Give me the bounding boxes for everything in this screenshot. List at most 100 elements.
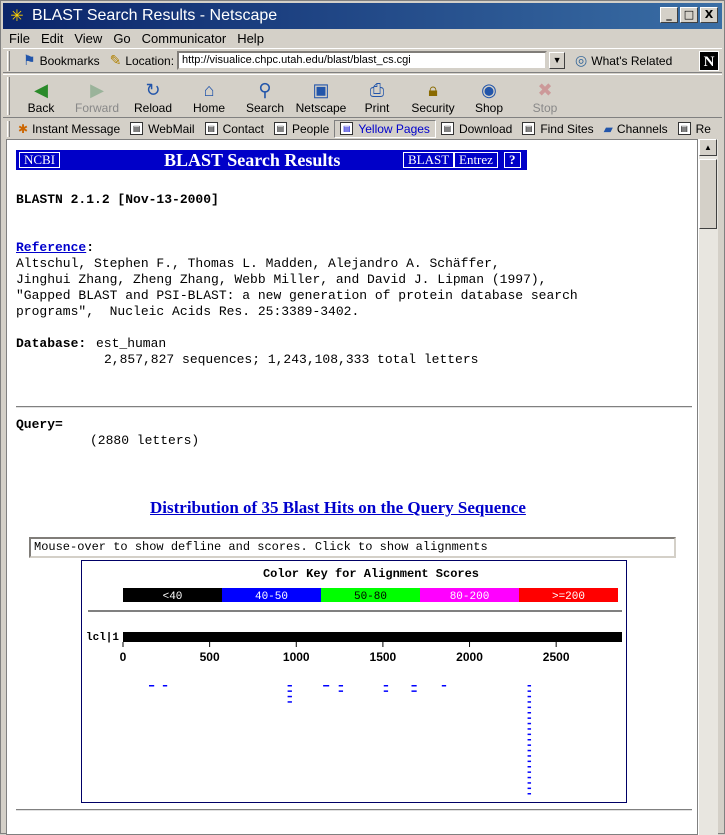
back-arrow-icon: ◀: [34, 80, 48, 100]
security-button[interactable]: 🔒︎ Security: [405, 75, 461, 117]
blast-hit-mark: [527, 685, 532, 687]
color-key-title: Color Key for Alignment Scores: [263, 567, 479, 581]
reload-icon: ↻: [145, 80, 161, 100]
url-dropdown-button[interactable]: ▼: [549, 52, 566, 69]
location-icon: ✎: [109, 52, 122, 68]
blast-hit-mark: [383, 685, 389, 687]
search-button[interactable]: ⚲ Search: [237, 75, 293, 117]
defline-text-field[interactable]: Mouse-over to show defline and scores. C…: [29, 537, 676, 558]
bookmark-yellow-pages[interactable]: ▤ Yellow Pages: [334, 119, 436, 138]
menu-file[interactable]: File: [3, 31, 35, 46]
axis-tick-label: 2000: [456, 650, 483, 664]
personal-toolbar-grip[interactable]: [7, 120, 10, 137]
blast-hit-mark: [527, 755, 532, 757]
browser-window: ✳ BLAST Search Results - Netscape _ □ X …: [0, 0, 725, 835]
bookmark-people[interactable]: ▤ People: [269, 120, 334, 138]
minimize-button[interactable]: _: [660, 7, 678, 23]
shop-bag-icon: ◉: [481, 80, 497, 100]
blast-button[interactable]: BLAST: [403, 152, 455, 168]
bookmark-webmail[interactable]: ▤ WebMail: [125, 120, 199, 138]
hit-distribution-chart: Color Key for Alignment Scores <40 40-50 50…: [81, 560, 627, 803]
axis-tick-label: 1500: [370, 650, 397, 664]
netscape-app-icon: ✳: [10, 8, 24, 25]
home-button[interactable]: ⌂ Home: [181, 75, 237, 117]
vertical-scrollbar[interactable]: ▲: [698, 139, 718, 835]
blast-hit-mark: [287, 695, 292, 698]
scroll-up-button[interactable]: ▲: [699, 139, 717, 156]
page-icon: ▤: [340, 122, 354, 135]
blast-hit-mark: [323, 685, 330, 687]
netscape-button[interactable]: ▣ Netscape: [293, 75, 349, 117]
blast-hit-mark: [527, 712, 532, 714]
axis-tick-label: 1000: [283, 650, 310, 664]
ncbi-button[interactable]: NCBI: [19, 152, 61, 168]
bookmark-instant-message[interactable]: ✱ Instant Message: [13, 120, 125, 138]
menu-view[interactable]: View: [68, 31, 107, 46]
forward-arrow-icon: ▶: [90, 80, 104, 100]
entrez-button[interactable]: Entrez: [454, 152, 498, 168]
lock-icon: 🔒︎: [428, 80, 438, 100]
menu-communicator[interactable]: Communicator: [136, 31, 232, 46]
channels-label: Channels: [616, 121, 668, 136]
maximize-button[interactable]: □: [680, 7, 698, 23]
whats-related-button[interactable]: ◎ What's Related: [575, 52, 672, 69]
channels-icon: ▰: [603, 121, 613, 136]
print-button[interactable]: ⎙ Print: [349, 75, 405, 117]
help-button[interactable]: ?: [504, 152, 521, 168]
bookmark-channels[interactable]: ▰ Channels: [599, 120, 673, 138]
back-button[interactable]: ◀ Back: [13, 75, 69, 117]
blast-hit-mark: [527, 760, 532, 763]
close-button[interactable]: X: [700, 7, 718, 23]
menu-go[interactable]: Go: [107, 31, 135, 46]
chart-svg: Color Key for Alignment Scores <40 40-50 50…: [86, 567, 622, 795]
bookmark-download[interactable]: ▤ Download: [436, 120, 517, 138]
page-icon: ▤: [522, 122, 536, 135]
blast-version: BLASTN 2.1.2 [Nov-13-2000]: [16, 192, 219, 207]
forward-button[interactable]: ▶ Forward: [69, 75, 125, 117]
bookmark-contact[interactable]: ▤ Contact: [200, 120, 269, 138]
reference-line-1: Altschul, Stephen F., Thomas L. Madden, …: [16, 256, 500, 271]
navigation-toolbar: ◀ Back ▶ Forward ↻ Reload ⌂ Home ⚲ Search ▣ Ne…: [3, 74, 722, 118]
scroll-thumb[interactable]: [699, 159, 717, 229]
distribution-title-link[interactable]: Distribution of 35 Blast Hits on the Que…: [150, 498, 526, 518]
nav-toolbar-grip[interactable]: [7, 77, 10, 115]
bookmarks-button[interactable]: Bookmarks: [40, 54, 100, 68]
home-icon: ⌂: [203, 80, 215, 100]
axis-tick-label: 500: [200, 650, 220, 664]
menu-help[interactable]: Help: [231, 31, 269, 46]
security-label: Security: [411, 101, 455, 115]
blast-hit-mark: [527, 690, 532, 692]
bookmark-re[interactable]: ▤ Re: [673, 120, 716, 138]
bookmarks-icon[interactable]: ⚑: [23, 52, 36, 69]
color-key-label: 40-50: [255, 591, 288, 603]
blast-hit-mark: [527, 793, 532, 795]
ncbi-header-bar: NCBI BLAST Search Results BLAST Entrez ?: [16, 150, 527, 170]
forward-label: Forward: [74, 101, 119, 115]
query-label: Query=: [16, 417, 63, 432]
shop-button[interactable]: ◉ Shop: [461, 75, 517, 117]
menu-edit[interactable]: Edit: [35, 31, 68, 46]
person-icon: ✱: [18, 121, 29, 136]
bookmark-find-sites[interactable]: ▤ Find Sites: [517, 120, 598, 138]
window-title: BLAST Search Results - Netscape: [32, 7, 278, 24]
blast-hit-mark: [527, 701, 532, 703]
page-icon: ▤: [440, 122, 454, 135]
reload-button[interactable]: ↻ Reload: [125, 75, 181, 117]
blast-hit-mark: [287, 685, 292, 687]
blast-hit-mark: [527, 749, 532, 752]
stop-button[interactable]: ✖ Stop: [517, 75, 573, 117]
contact-label: Contact: [222, 121, 264, 136]
print-label: Print: [364, 101, 390, 115]
url-input[interactable]: http://visualice.chpc.utah.edu/blast/bla…: [177, 51, 548, 70]
blast-hit-mark: [162, 685, 168, 687]
reload-label: Reload: [133, 101, 173, 115]
reference-link[interactable]: Reference: [16, 240, 86, 255]
blast-hit-mark: [527, 733, 532, 736]
page-content: NCBI BLAST Search Results BLAST Entrez ?…: [6, 139, 698, 835]
blast-hit-mark: [527, 717, 532, 719]
toolbar-grip[interactable]: [7, 50, 10, 71]
divider-bottom: [16, 809, 692, 811]
page-icon: ▤: [130, 122, 144, 135]
blast-hit-mark: [338, 685, 344, 687]
blast-hit-mark: [527, 728, 532, 730]
